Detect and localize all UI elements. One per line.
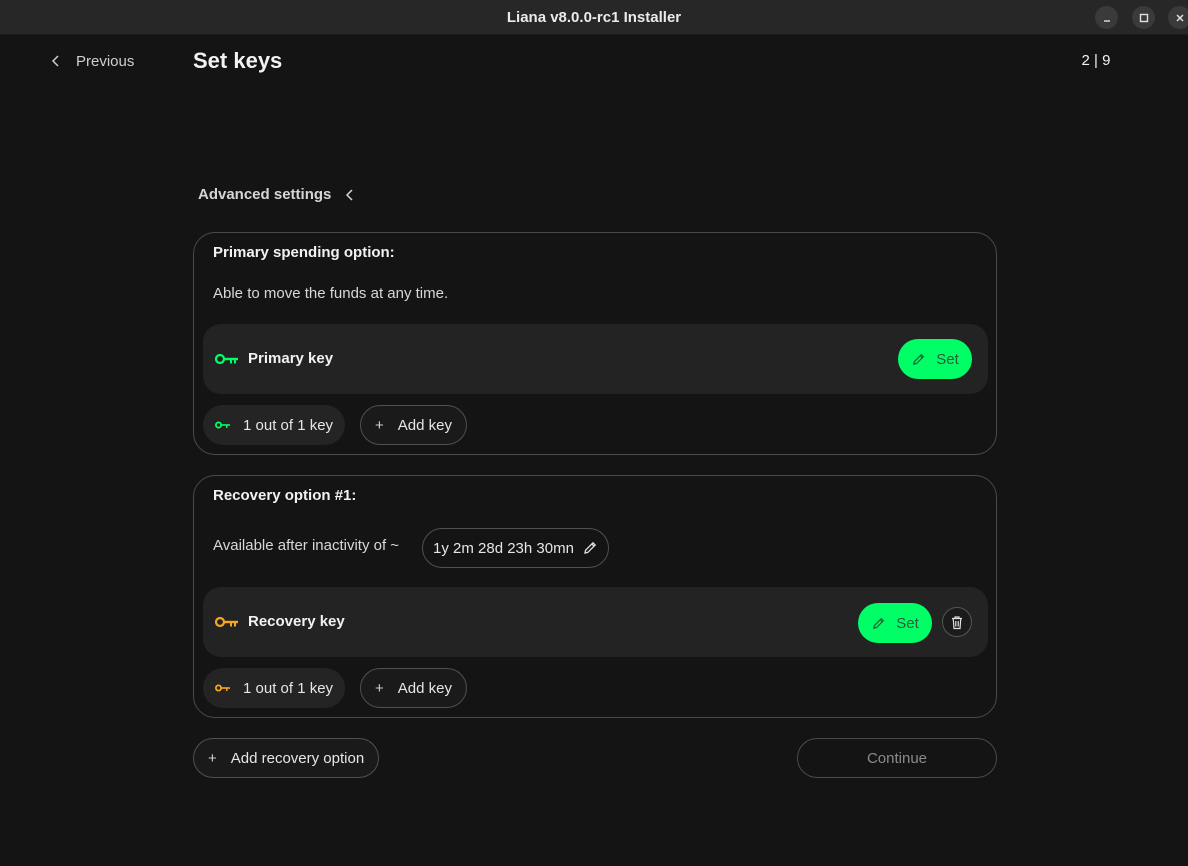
key-icon bbox=[215, 684, 230, 692]
key-icon bbox=[215, 421, 230, 429]
continue-label: Continue bbox=[866, 749, 928, 767]
add-recovery-option-button[interactable]: + Add recovery option bbox=[193, 738, 380, 778]
primary-title: Primary spending option: bbox=[213, 244, 395, 261]
primary-description: Able to move the funds at any time. bbox=[213, 285, 449, 302]
close-icon bbox=[1175, 13, 1184, 22]
chevron-left-icon bbox=[346, 188, 353, 201]
primary-spending-card: Primary spending option: Able to move th… bbox=[193, 232, 997, 455]
recovery-key-count: 1 out of 1 key bbox=[203, 668, 346, 708]
maximize-icon bbox=[1139, 13, 1148, 22]
page-title: Set keys bbox=[193, 48, 283, 73]
pencil-icon bbox=[873, 617, 885, 629]
timelock-value: 1y 2m 28d 23h 30mn bbox=[433, 539, 574, 557]
recovery-set-button[interactable]: Set bbox=[858, 603, 932, 643]
primary-count-label: 1 out of 1 key bbox=[243, 416, 334, 434]
recovery-option-card: Recovery option #1: Available after inac… bbox=[193, 475, 997, 718]
primary-key-count: 1 out of 1 key bbox=[203, 405, 346, 445]
plus-icon: + bbox=[375, 416, 384, 434]
advanced-settings-label: Advanced settings bbox=[198, 186, 332, 203]
previous-button[interactable]: Previous bbox=[50, 50, 134, 72]
maximize-button[interactable] bbox=[1132, 6, 1155, 29]
timelock-edit-button[interactable]: 1y 2m 28d 23h 30mn bbox=[422, 528, 609, 568]
recovery-description: Available after inactivity of ~ bbox=[213, 537, 400, 554]
recovery-key-row: Recovery key Set bbox=[203, 587, 988, 657]
pencil-icon bbox=[913, 353, 925, 365]
step-indicator: 2 | 9 bbox=[1081, 52, 1111, 69]
recovery-key-name: Recovery key bbox=[248, 613, 345, 630]
advanced-settings-toggle[interactable]: Advanced settings bbox=[198, 186, 355, 203]
primary-set-label: Set bbox=[936, 350, 959, 368]
primary-add-key-label: Add key bbox=[397, 416, 452, 434]
recovery-count-label: 1 out of 1 key bbox=[243, 679, 334, 697]
plus-icon: + bbox=[375, 679, 384, 697]
delete-key-button[interactable] bbox=[942, 607, 972, 637]
primary-add-key-button[interactable]: + Add key bbox=[360, 405, 467, 445]
pencil-icon bbox=[584, 541, 597, 554]
close-button[interactable] bbox=[1168, 6, 1188, 29]
previous-label: Previous bbox=[76, 52, 135, 70]
key-icon bbox=[215, 616, 238, 628]
trash-icon bbox=[952, 615, 962, 629]
window-titlebar: Liana v8.0.0-rc1 Installer bbox=[0, 0, 1188, 35]
minimize-button[interactable] bbox=[1095, 6, 1118, 29]
primary-key-row: Primary key Set bbox=[203, 324, 988, 394]
recovery-set-label: Set bbox=[896, 614, 919, 632]
plus-icon: + bbox=[208, 749, 217, 767]
continue-button[interactable]: Continue bbox=[797, 738, 997, 778]
recovery-title: Recovery option #1: bbox=[213, 487, 357, 504]
key-icon bbox=[215, 353, 238, 365]
primary-set-button[interactable]: Set bbox=[898, 339, 972, 379]
window-title: Liana v8.0.0-rc1 Installer bbox=[506, 9, 682, 26]
minimize-icon bbox=[1103, 19, 1110, 22]
recovery-add-key-button[interactable]: + Add key bbox=[360, 668, 467, 708]
recovery-add-key-label: Add key bbox=[397, 679, 452, 697]
primary-key-name: Primary key bbox=[248, 350, 334, 367]
chevron-left-icon bbox=[51, 55, 59, 67]
add-recovery-label: Add recovery option bbox=[230, 749, 365, 767]
